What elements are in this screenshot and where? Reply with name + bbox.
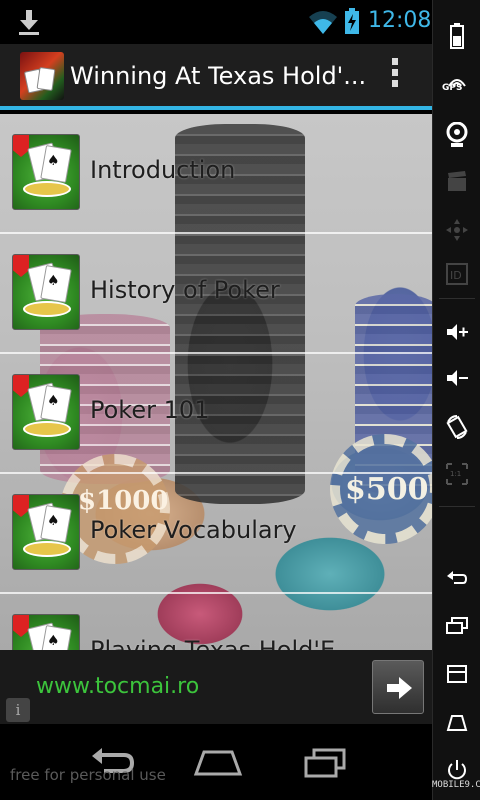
ad-open-button[interactable] (372, 660, 424, 714)
cards-thumbnail-icon: ♠ (12, 374, 80, 450)
emulator-recents-button[interactable] (433, 604, 480, 652)
list-item-playing-texas-holdem[interactable]: ♠ Playing Texas Hold'E... (0, 594, 432, 650)
battery-charging-icon (345, 8, 359, 34)
emulator-sidebar: GPS ID 1:1 (432, 0, 480, 800)
list-item-label: Poker 101 (90, 396, 210, 424)
ad-url[interactable]: www.tocmai.ro (36, 674, 199, 699)
download-icon (19, 10, 39, 35)
list-item-label: Introduction (90, 156, 236, 184)
ad-banner[interactable]: www.tocmai.ro i (0, 650, 432, 724)
cards-thumbnail-icon: ♠ (12, 614, 80, 650)
emulator-zoom-icon: 1:1 (433, 450, 480, 498)
navigation-bar (0, 724, 432, 800)
topic-list: $500 $1000 ♠ Introduction ♠ History of P… (0, 114, 432, 650)
emulator-clapper-icon (433, 158, 480, 206)
mobile9-logo: MOBILE9.COM (432, 780, 480, 790)
emulator-id-icon: ID (433, 250, 480, 298)
emulator-volume-down-button[interactable] (433, 354, 480, 402)
app-title: Winning At Texas Hold'... (70, 62, 367, 90)
ad-info-icon[interactable]: i (6, 698, 30, 722)
overflow-menu-icon[interactable] (388, 58, 402, 96)
list-item-label: Poker Vocabulary (90, 516, 297, 544)
cards-thumbnail-icon: ♠ (12, 494, 80, 570)
list-item-vocabulary[interactable]: ♠ Poker Vocabulary (0, 474, 432, 594)
id-label: ID (450, 269, 462, 282)
arrow-right-icon (387, 677, 412, 699)
phone-screen: 12:08 Winning At Texas Hold'... $500 $10… (0, 0, 432, 800)
watermark-text: free for personal use (10, 766, 166, 784)
action-bar: Winning At Texas Hold'... (0, 44, 432, 110)
app-icon[interactable] (20, 52, 64, 100)
emulator-rotate-button[interactable] (433, 402, 480, 450)
list-item-label: Playing Texas Hold'E... (90, 636, 359, 650)
emulator-volume-up-button[interactable] (433, 308, 480, 356)
status-bar: 12:08 (0, 0, 432, 44)
recents-icon[interactable] (298, 744, 354, 780)
status-clock: 12:08 (368, 8, 432, 33)
cards-thumbnail-icon: ♠ (12, 134, 80, 210)
list-item-introduction[interactable]: ♠ Introduction (0, 114, 432, 234)
list-item-label: History of Poker (90, 276, 280, 304)
home-icon[interactable] (190, 744, 246, 780)
list-item-poker-101[interactable]: ♠ Poker 101 (0, 354, 432, 474)
emulator-camera-button[interactable] (433, 110, 480, 158)
zoom-label: 1:1 (450, 470, 461, 478)
cards-thumbnail-icon: ♠ (12, 254, 80, 330)
emulator-home-button[interactable] (433, 700, 480, 748)
emulator-dpad-icon (433, 206, 480, 254)
divider (439, 298, 475, 299)
list-item-history[interactable]: ♠ History of Poker (0, 234, 432, 354)
emulator-menu-button[interactable] (433, 652, 480, 700)
gps-label: GPS (442, 83, 463, 93)
wifi-icon (309, 11, 337, 34)
emulator-back-button[interactable] (433, 556, 480, 604)
divider (439, 506, 475, 507)
emulator-battery-button[interactable] (433, 10, 480, 58)
